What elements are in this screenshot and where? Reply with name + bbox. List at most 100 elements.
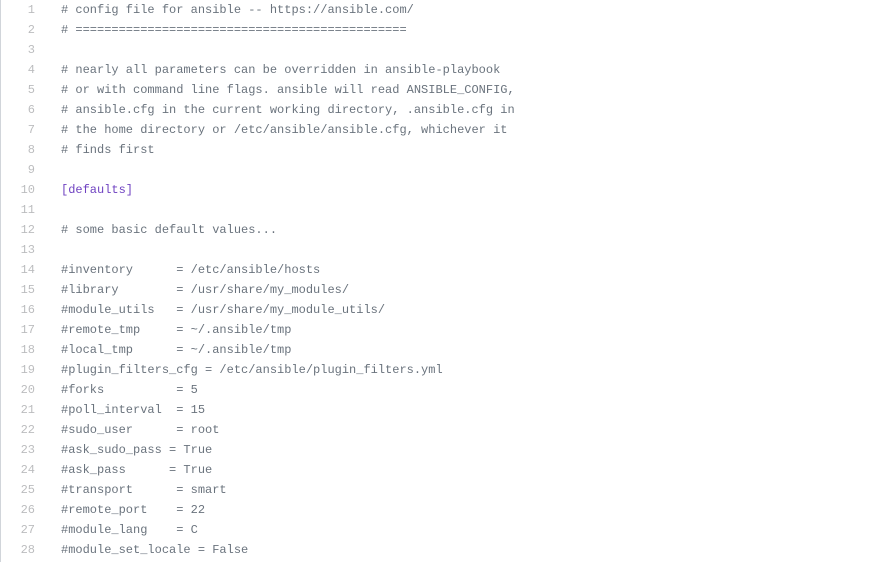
code-line[interactable]: 3 [1,40,885,60]
code-line[interactable]: 17#remote_tmp = ~/.ansible/tmp [1,320,885,340]
line-content[interactable]: #ask_sudo_pass = True [51,440,885,460]
line-content[interactable]: #module_utils = /usr/share/my_module_uti… [51,300,885,320]
line-number: 12 [1,220,51,240]
code-line[interactable]: 11 [1,200,885,220]
code-line[interactable]: 23 #ask_sudo_pass = True [1,440,885,460]
line-content[interactable]: # ansible.cfg in the current working dir… [51,100,885,120]
code-line[interactable]: 16 #module_utils = /usr/share/my_module_u… [1,300,885,320]
line-number: 10 [1,180,51,200]
line-number: 18 [1,340,51,360]
code-line[interactable]: 28 #module_set_locale = False [1,540,885,560]
code-token: #module_utils = /usr/share/my_module_uti… [61,303,385,317]
code-line[interactable]: 10 [defaults] [1,180,885,200]
line-content[interactable]: #inventory = /etc/ansible/hosts [51,260,885,280]
code-line[interactable]: 25 #transport = smart [1,480,885,500]
code-token: #ask_sudo_pass = True [61,443,212,457]
line-number: 13 [1,240,51,260]
line-content[interactable]: #module_lang = C [51,520,885,540]
line-content[interactable]: # ======================================… [51,20,885,40]
code-line[interactable]: 8 # finds first [1,140,885,160]
line-number: 25 [1,480,51,500]
code-viewer[interactable]: 1# config file for ansible -- https://an… [1,0,885,560]
code-line[interactable]: 22 #sudo_user = root [1,420,885,440]
line-number: 19 [1,360,51,380]
line-number: 22 [1,420,51,440]
code-token: # finds first [61,143,155,157]
code-line[interactable]: 24 #ask_pass = True [1,460,885,480]
code-line[interactable]: 12 # some basic default values... [1,220,885,240]
line-content[interactable]: #forks = 5 [51,380,885,400]
code-token: #forks = 5 [61,383,198,397]
line-content[interactable]: #plugin_filters_cfg = /etc/ansible/plugi… [51,360,885,380]
line-content[interactable]: #sudo_user = root [51,420,885,440]
code-line[interactable]: 26#remote_port = 22 [1,500,885,520]
line-content[interactable]: #remote_port = 22 [51,500,885,520]
code-token: #remote_port = 22 [61,503,205,517]
line-content[interactable]: # some basic default values... [51,220,885,240]
code-token: #library = /usr/share/my_modules/ [61,283,349,297]
line-content[interactable] [51,160,885,180]
code-line[interactable]: 6 # ansible.cfg in the current working di… [1,100,885,120]
code-line[interactable]: 27#module_lang = C [1,520,885,540]
code-token: #transport = smart [61,483,227,497]
code-token: # ansible.cfg in the current working dir… [61,103,515,117]
line-content[interactable]: #module_set_locale = False [51,540,885,560]
line-content[interactable]: # config file for ansible -- https://ans… [51,0,885,20]
line-number: 7 [1,120,51,140]
line-number: 2 [1,20,51,40]
code-token: #poll_interval = 15 [61,403,205,417]
code-line[interactable]: 14 #inventory = /etc/ansible/hosts [1,260,885,280]
line-number: 3 [1,40,51,60]
line-content[interactable]: #remote_tmp = ~/.ansible/tmp [51,320,885,340]
code-line[interactable]: 9 [1,160,885,180]
code-token: # ======================================… [61,23,407,37]
line-content[interactable]: #poll_interval = 15 [51,400,885,420]
code-token: [defaults] [61,183,133,197]
line-number: 15 [1,280,51,300]
line-content[interactable]: # or with command line flags. ansible wi… [51,80,885,100]
code-token: #inventory = /etc/ansible/hosts [61,263,320,277]
line-content[interactable]: # finds first [51,140,885,160]
code-line[interactable]: 13 [1,240,885,260]
line-content[interactable]: # nearly all parameters can be overridde… [51,60,885,80]
code-line[interactable]: 1# config file for ansible -- https://an… [1,0,885,20]
line-number: 1 [1,0,51,20]
code-line[interactable]: 21#poll_interval = 15 [1,400,885,420]
line-number: 20 [1,380,51,400]
line-content[interactable]: #library = /usr/share/my_modules/ [51,280,885,300]
line-content[interactable]: #transport = smart [51,480,885,500]
line-content[interactable] [51,200,885,220]
line-number: 24 [1,460,51,480]
code-line[interactable]: 20 #forks = 5 [1,380,885,400]
code-line[interactable]: 15 #library = /usr/share/my_modules/ [1,280,885,300]
line-number: 4 [1,60,51,80]
code-line[interactable]: 2 # =====================================… [1,20,885,40]
line-number: 14 [1,260,51,280]
line-number: 8 [1,140,51,160]
line-content[interactable] [51,240,885,260]
line-content[interactable]: #local_tmp = ~/.ansible/tmp [51,340,885,360]
code-token: # the home directory or /etc/ansible/ans… [61,123,507,137]
line-number: 28 [1,540,51,560]
code-token: #module_set_locale = False [61,543,248,557]
line-number: 16 [1,300,51,320]
code-line[interactable]: 19 #plugin_filters_cfg = /etc/ansible/plu… [1,360,885,380]
code-token: # some basic default values... [61,223,277,237]
line-number: 6 [1,100,51,120]
line-number: 9 [1,160,51,180]
code-line[interactable]: 7 # the home directory or /etc/ansible/an… [1,120,885,140]
code-token: #plugin_filters_cfg = /etc/ansible/plugi… [61,363,443,377]
code-line[interactable]: 18 #local_tmp = ~/.ansible/tmp [1,340,885,360]
code-token: # or with command line flags. ansible wi… [61,83,515,97]
line-content[interactable] [51,40,885,60]
code-line[interactable]: 5# or with command line flags. ansible w… [1,80,885,100]
code-token: #ask_pass = True [61,463,212,477]
line-content[interactable]: #ask_pass = True [51,460,885,480]
line-number: 17 [1,320,51,340]
line-content[interactable]: # the home directory or /etc/ansible/ans… [51,120,885,140]
code-token: #local_tmp = ~/.ansible/tmp [61,343,291,357]
code-token: #sudo_user = root [61,423,219,437]
code-line[interactable]: 4# nearly all parameters can be overridd… [1,60,885,80]
line-content[interactable]: [defaults] [51,180,885,200]
line-number: 23 [1,440,51,460]
